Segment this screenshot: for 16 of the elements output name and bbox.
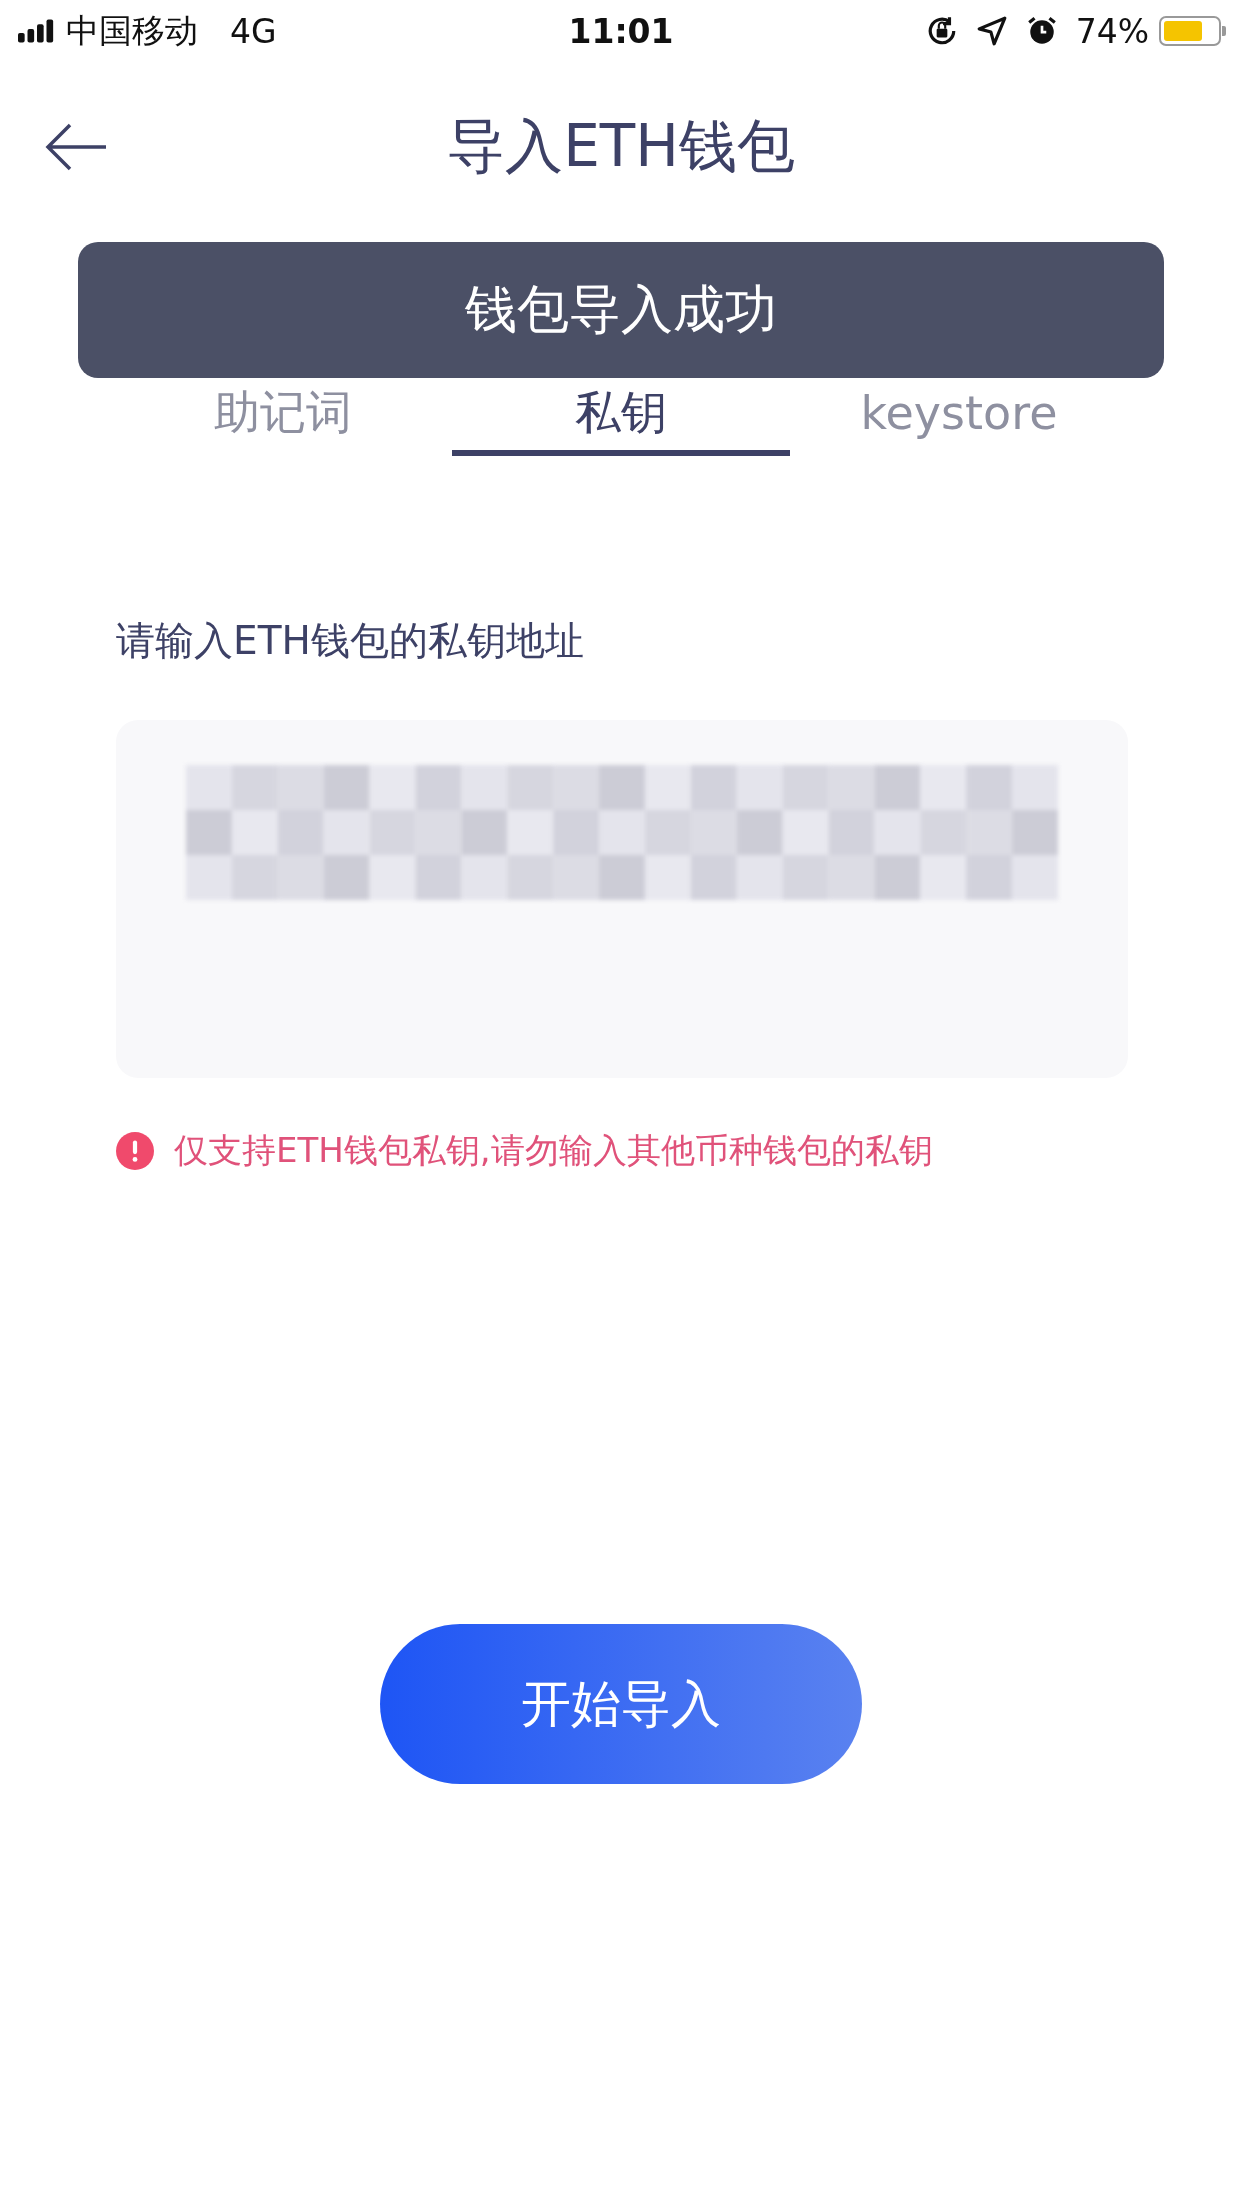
field-label: 请输入ETH钱包的私钥地址: [116, 617, 585, 665]
carrier-name: 中国移动: [66, 9, 198, 52]
input-field[interactable]: [116, 720, 1128, 1078]
success-toast: 钱包导入成功: [78, 242, 1164, 378]
tab[interactable]: 助记词: [114, 380, 452, 456]
battery-percent: 74%: [1075, 11, 1149, 51]
signal-icon: [18, 19, 56, 43]
warning-text: 仅支持ETH钱包私钥,请勿输入其他币种钱包的私钥: [174, 1129, 933, 1172]
tab[interactable]: keystore: [790, 380, 1128, 456]
start-import-button[interactable]: 开始导入: [380, 1624, 862, 1784]
page-title: 导入ETH钱包: [447, 111, 795, 182]
network-type: 4G: [230, 11, 277, 51]
warning-icon: [116, 1132, 154, 1170]
location-arrow-icon: [975, 15, 1008, 47]
clock-time: 11:01: [568, 11, 674, 51]
alarm-clock-icon: [1025, 15, 1058, 47]
